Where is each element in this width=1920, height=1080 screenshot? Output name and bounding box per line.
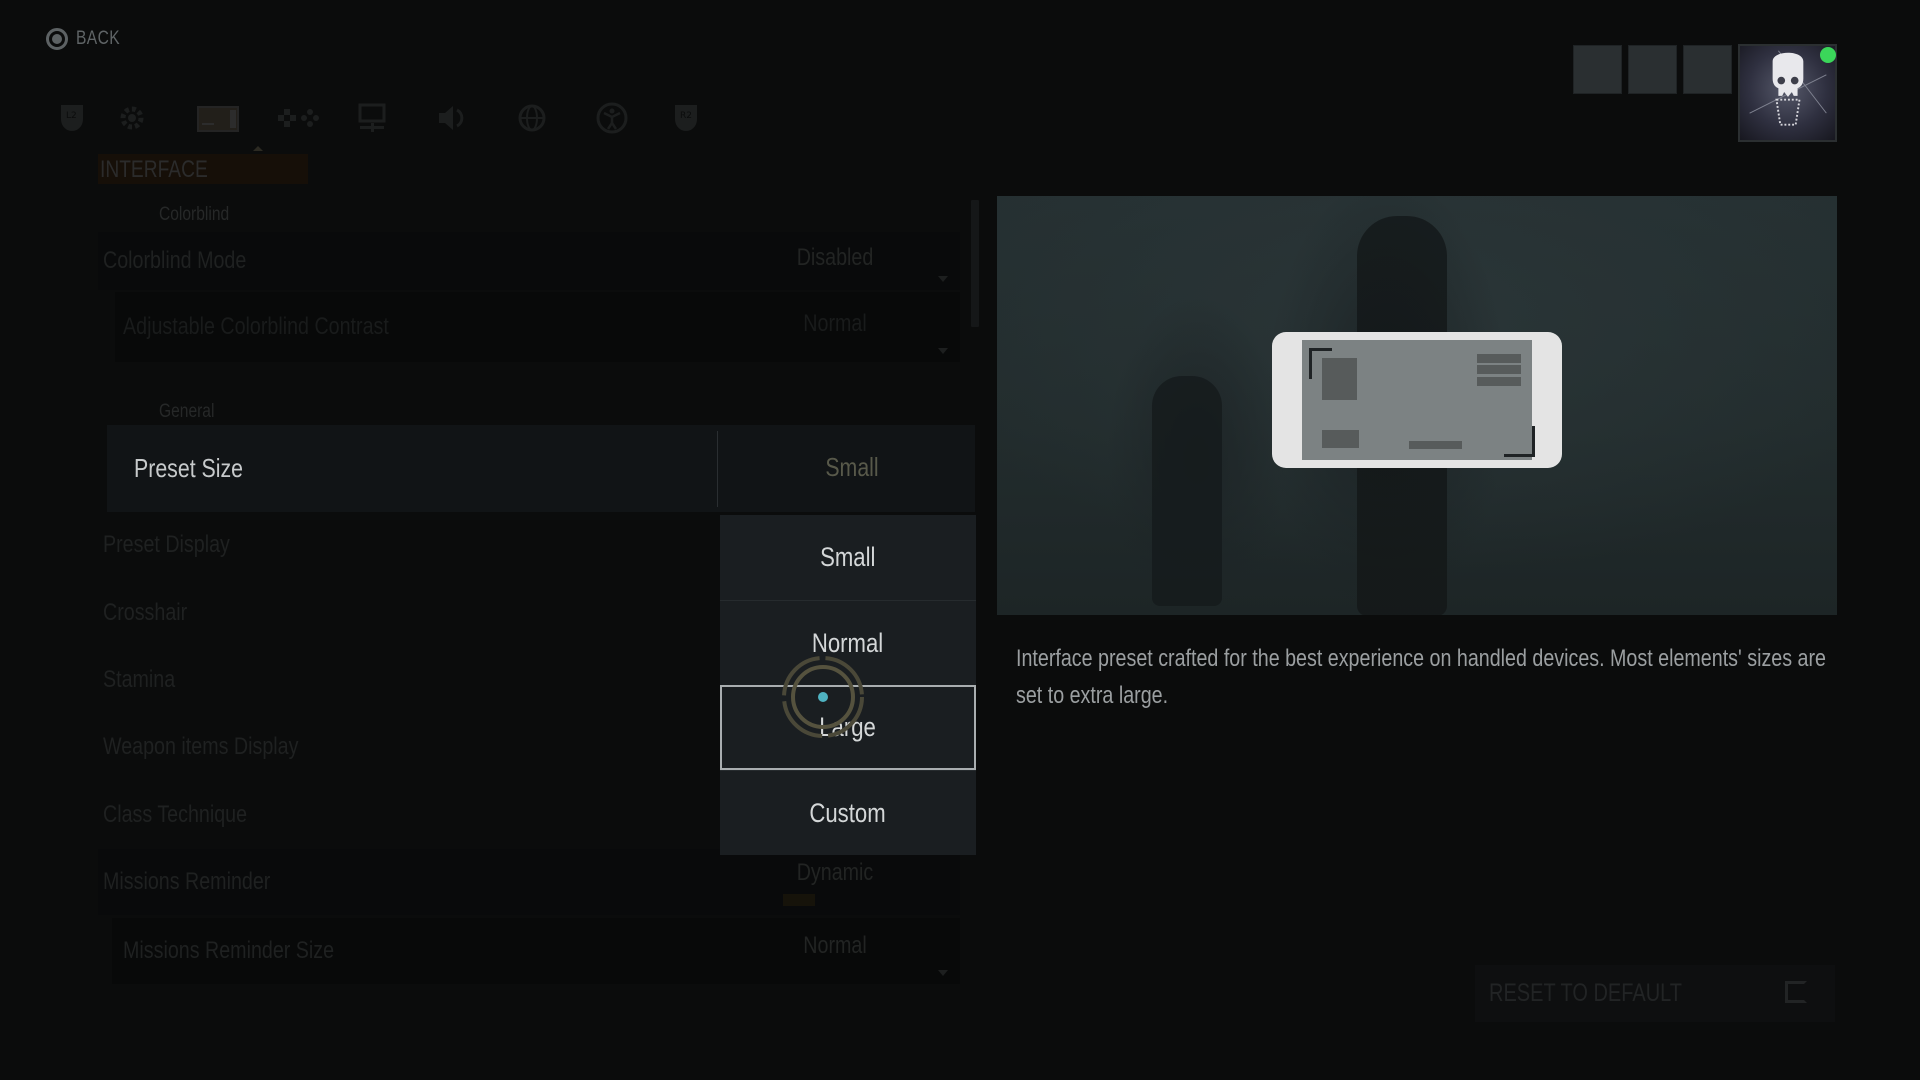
setting-row-colorblind-mode[interactable]: Colorblind Mode Disabled xyxy=(98,232,960,290)
setting-row-missions-reminder-size[interactable]: Missions Reminder Size Normal xyxy=(112,918,960,984)
tab-l2-bumper[interactable]: L2 xyxy=(50,96,94,140)
group-label-colorblind: Colorblind xyxy=(159,204,230,225)
option-label: Small xyxy=(820,542,876,572)
settings-tab-bar: L2 R2 xyxy=(50,96,710,151)
setting-value: Normal xyxy=(803,932,867,959)
setting-label: Weapon items Display xyxy=(103,733,299,760)
tab-language[interactable] xyxy=(510,96,554,140)
reset-label: RESET TO DEFAULT xyxy=(1489,979,1683,1007)
interface-icon xyxy=(197,106,239,132)
reset-icon xyxy=(1785,981,1807,1003)
r2-bumper-icon: R2 xyxy=(675,105,697,131)
display-icon xyxy=(358,103,386,132)
preset-size-dropdown: Small Normal Large Custom xyxy=(720,515,976,855)
value-indicator xyxy=(783,894,815,906)
dropdown-option-large[interactable]: Large xyxy=(720,685,976,770)
setting-row-preset-size[interactable]: Preset Size Small xyxy=(107,425,975,512)
option-label: Normal xyxy=(812,627,884,658)
tab-audio[interactable] xyxy=(430,96,474,140)
back-label: BACK xyxy=(76,28,121,49)
setting-label: Stamina xyxy=(103,666,176,693)
setting-label: Colorblind Mode xyxy=(103,247,247,274)
setting-value: Dynamic xyxy=(796,859,874,886)
dropdown-option-normal[interactable]: Normal xyxy=(720,600,976,685)
dropdown-option-custom[interactable]: Custom xyxy=(720,770,976,855)
settings-scrollbar[interactable] xyxy=(971,200,979,327)
setting-label: Preset Display xyxy=(103,531,230,558)
dropdown-option-small[interactable]: Small xyxy=(720,515,976,600)
chevron-down-icon xyxy=(938,276,948,282)
setting-value: Small xyxy=(825,452,879,482)
soldier-silhouette xyxy=(1152,376,1222,606)
section-title: INTERFACE xyxy=(100,156,208,183)
gear-icon xyxy=(120,106,144,130)
setting-label: Missions Reminder xyxy=(103,868,271,895)
reset-to-default-button[interactable]: RESET TO DEFAULT xyxy=(1475,965,1835,1022)
accessibility-icon xyxy=(596,102,628,134)
party-slot-3[interactable] xyxy=(1683,45,1732,94)
device-screen xyxy=(1302,340,1535,460)
setting-label: Missions Reminder Size xyxy=(123,937,335,964)
group-label-general: General xyxy=(159,401,215,422)
skull-emblem-icon xyxy=(1749,50,1827,126)
handheld-device-mockup xyxy=(1272,332,1562,468)
tab-controls[interactable] xyxy=(268,96,324,140)
setting-row-colorblind-contrast[interactable]: Adjustable Colorblind Contrast Normal xyxy=(115,292,960,362)
option-label: Custom xyxy=(809,797,887,828)
tab-interface[interactable] xyxy=(190,96,246,140)
l2-bumper-icon: L2 xyxy=(61,105,83,131)
tab-display[interactable] xyxy=(350,96,394,140)
tab-accessibility[interactable] xyxy=(590,96,634,140)
setting-value: Normal xyxy=(803,310,867,337)
svg-text:R2: R2 xyxy=(680,111,692,121)
setting-description: Interface preset crafted for the best ex… xyxy=(1016,640,1836,714)
preset-preview-image xyxy=(997,196,1837,615)
controls-icon xyxy=(278,109,319,127)
circle-button-icon xyxy=(46,28,68,50)
tab-general[interactable] xyxy=(110,96,154,140)
audio-icon xyxy=(439,106,464,130)
chevron-down-icon xyxy=(938,970,948,976)
row-divider xyxy=(717,431,718,507)
active-tab-indicator xyxy=(253,146,263,151)
setting-row-missions-reminder[interactable]: Missions Reminder Dynamic xyxy=(98,849,960,915)
back-button[interactable]: BACK xyxy=(46,28,130,50)
online-status-indicator xyxy=(1820,47,1836,63)
setting-label: Adjustable Colorblind Contrast xyxy=(123,313,389,340)
option-label: Large xyxy=(819,712,877,742)
party-slot-2[interactable] xyxy=(1628,45,1677,94)
svg-text:L2: L2 xyxy=(66,111,77,121)
section-header: INTERFACE xyxy=(98,154,308,184)
language-globe-icon xyxy=(518,104,546,132)
setting-value: Disabled xyxy=(796,244,874,271)
description-text: Interface preset crafted for the best ex… xyxy=(1016,645,1826,709)
setting-label: Class Technique xyxy=(103,801,248,828)
chevron-down-icon xyxy=(938,348,948,354)
setting-label: Crosshair xyxy=(103,599,188,626)
party-slot-1[interactable] xyxy=(1573,45,1622,94)
tab-r2-bumper[interactable]: R2 xyxy=(664,96,708,140)
setting-label: Preset Size xyxy=(134,453,244,483)
